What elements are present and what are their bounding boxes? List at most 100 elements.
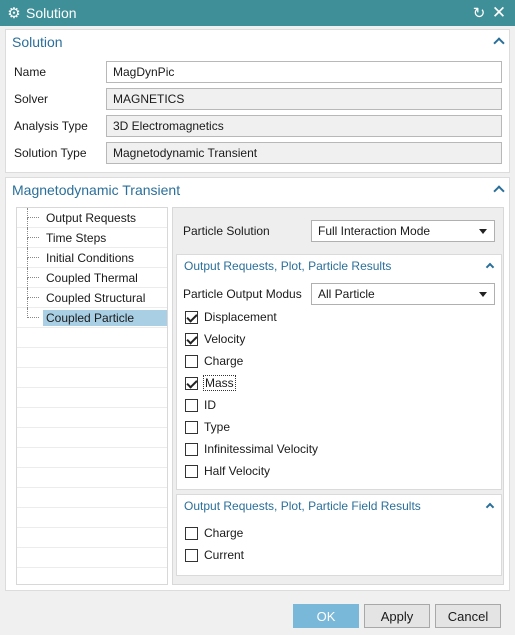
- tree-empty-row: [17, 488, 167, 508]
- checkbox-row[interactable]: Charge: [185, 523, 243, 543]
- particle-solution-row: Particle Solution Full Interaction Mode: [183, 220, 495, 242]
- tree-item-label: Output Requests: [46, 210, 137, 225]
- field-results-header[interactable]: Output Requests, Plot, Particle Field Re…: [177, 495, 501, 517]
- cancel-button[interactable]: Cancel: [435, 604, 501, 628]
- checkbox[interactable]: [185, 442, 198, 456]
- checkbox-row[interactable]: Charge: [185, 351, 243, 371]
- reset-icon[interactable]: ↻: [469, 4, 489, 22]
- tree-empty-row: [17, 328, 167, 348]
- name-field[interactable]: MagDynPic: [106, 61, 502, 83]
- output-modus-select[interactable]: All Particle: [311, 283, 495, 305]
- tree-empty-row: [17, 468, 167, 488]
- transient-group-title: Magnetodynamic Transient: [12, 182, 181, 198]
- tree-empty-row: [17, 408, 167, 428]
- checkbox[interactable]: [185, 464, 198, 478]
- dropdown-arrow-icon: [479, 229, 487, 234]
- checkbox-row[interactable]: Current: [185, 545, 244, 565]
- checkbox-row[interactable]: Half Velocity: [185, 461, 270, 481]
- transient-group: Magnetodynamic Transient Output Requests…: [5, 177, 510, 591]
- checkbox-row[interactable]: ID: [185, 395, 216, 415]
- checkbox-label: Charge: [204, 354, 244, 368]
- analysis-type-label: Analysis Type: [14, 119, 88, 133]
- tree-empty-row: [17, 348, 167, 368]
- tree-item-initial-conditions[interactable]: Initial Conditions: [17, 248, 167, 268]
- name-label: Name: [14, 65, 47, 79]
- close-icon[interactable]: ✕: [489, 3, 509, 23]
- checkbox-label: Current: [204, 548, 245, 562]
- apply-button[interactable]: Apply: [364, 604, 430, 628]
- checkbox[interactable]: [185, 332, 198, 346]
- tree-item-label: Time Steps: [46, 230, 107, 245]
- tree-item-label: Initial Conditions: [46, 250, 135, 265]
- particle-solution-value: Full Interaction Mode: [318, 224, 431, 238]
- checkbox-label: Type: [204, 420, 231, 434]
- checkbox-label: Displacement: [204, 310, 277, 324]
- particle-results-header[interactable]: Output Requests, Plot, Particle Results: [177, 255, 501, 277]
- tree-empty-row: [17, 528, 167, 548]
- solver-row: Solver MAGNETICS: [14, 88, 502, 110]
- solution-group-header[interactable]: Solution: [6, 30, 509, 54]
- tree-item-label: Coupled Structural: [46, 290, 146, 305]
- coupled-particle-panel: Particle Solution Full Interaction Mode …: [172, 207, 504, 585]
- checkbox-row[interactable]: Mass: [185, 373, 236, 393]
- checkbox-label: Half Velocity: [204, 464, 271, 478]
- dropdown-arrow-icon: [479, 292, 487, 297]
- analysis-type-row: Analysis Type 3D Electromagnetics: [14, 115, 502, 137]
- checkbox-row[interactable]: Type: [185, 417, 230, 437]
- checkbox[interactable]: [185, 376, 198, 390]
- checkbox-label: Mass: [203, 375, 236, 391]
- transient-group-header[interactable]: Magnetodynamic Transient: [6, 178, 509, 202]
- particle-solution-label: Particle Solution: [183, 224, 270, 238]
- ok-button[interactable]: OK: [293, 604, 359, 628]
- solution-group-title: Solution: [12, 34, 63, 50]
- checkbox[interactable]: [185, 398, 198, 412]
- particle-results-group: Output Requests, Plot, Particle Results …: [176, 254, 502, 490]
- checkbox-row[interactable]: Infinitessimal Velocity: [185, 439, 318, 459]
- output-modus-label: Particle Output Modus: [183, 287, 302, 301]
- window-title: Solution: [26, 5, 77, 21]
- field-results-group: Output Requests, Plot, Particle Field Re…: [176, 494, 502, 576]
- checkbox-label: ID: [204, 398, 216, 412]
- tree-item-coupled-thermal[interactable]: Coupled Thermal: [17, 268, 167, 288]
- tree-item-coupled-structural[interactable]: Coupled Structural: [17, 288, 167, 308]
- collapse-icon[interactable]: [485, 499, 495, 513]
- field-results-title: Output Requests, Plot, Particle Field Re…: [184, 499, 421, 513]
- output-modus-row: Particle Output Modus All Particle: [183, 283, 495, 305]
- checkbox[interactable]: [185, 354, 198, 368]
- output-modus-value: All Particle: [318, 287, 375, 301]
- particle-results-title: Output Requests, Plot, Particle Results: [184, 259, 392, 273]
- solution-type-label: Solution Type: [14, 146, 87, 160]
- particle-solution-select[interactable]: Full Interaction Mode: [311, 220, 495, 242]
- tree-empty-row: [17, 548, 167, 568]
- tree-item-label: Coupled Thermal: [46, 270, 138, 285]
- tree-empty-row: [17, 388, 167, 408]
- tree-item-label: Coupled Particle: [43, 309, 167, 326]
- collapse-icon[interactable]: [493, 35, 505, 50]
- title-bar: ⚙ Solution ↻ ✕: [0, 0, 515, 26]
- collapse-icon[interactable]: [485, 259, 495, 273]
- solution-type-row: Solution Type Magnetodynamic Transient: [14, 142, 502, 164]
- checkbox-row[interactable]: Displacement: [185, 307, 277, 327]
- checkbox[interactable]: [185, 526, 198, 540]
- checkbox-row[interactable]: Velocity: [185, 329, 245, 349]
- tree-empty-row: [17, 428, 167, 448]
- navigation-tree: Output Requests Time Steps Initial Condi…: [16, 207, 168, 585]
- solution-type-field: Magnetodynamic Transient: [106, 142, 502, 164]
- collapse-icon[interactable]: [493, 183, 505, 198]
- checkbox-label: Charge: [204, 526, 244, 540]
- tree-item-time-steps[interactable]: Time Steps: [17, 228, 167, 248]
- checkbox[interactable]: [185, 548, 198, 562]
- name-row: Name MagDynPic: [14, 61, 502, 83]
- checkbox[interactable]: [185, 310, 198, 324]
- tree-empty-row: [17, 368, 167, 388]
- tree-empty-row: [17, 508, 167, 528]
- checkbox[interactable]: [185, 420, 198, 434]
- checkbox-label: Infinitessimal Velocity: [204, 442, 319, 456]
- solver-label: Solver: [14, 92, 49, 106]
- tree-item-coupled-particle[interactable]: Coupled Particle: [17, 308, 167, 328]
- checkbox-label: Velocity: [204, 332, 246, 346]
- tree-item-output-requests[interactable]: Output Requests: [17, 208, 167, 228]
- solver-field: MAGNETICS: [106, 88, 502, 110]
- tree-empty-row: [17, 448, 167, 468]
- analysis-type-field: 3D Electromagnetics: [106, 115, 502, 137]
